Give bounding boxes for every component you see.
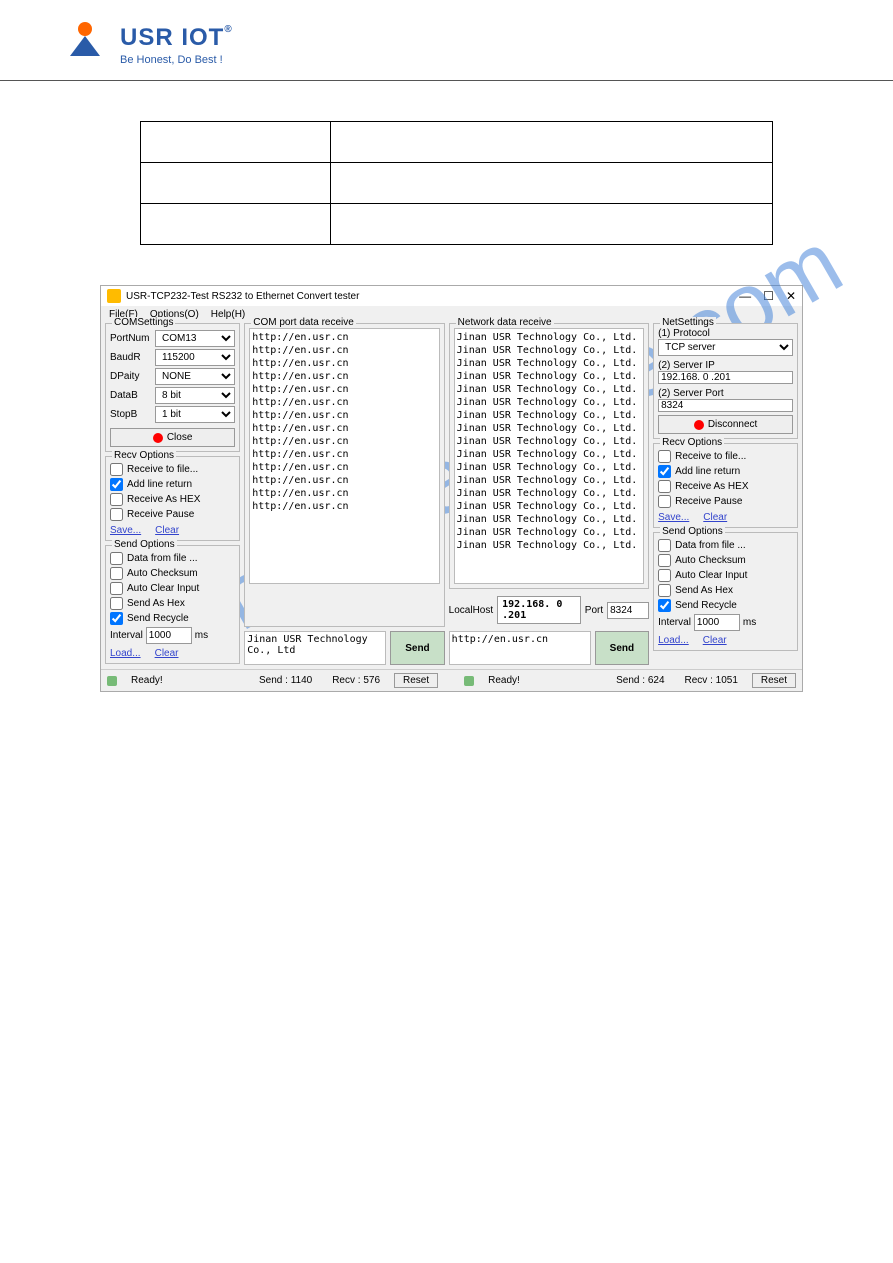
doc-table <box>140 121 773 245</box>
net-recv-save[interactable]: Save... <box>658 512 689 523</box>
datab-select[interactable]: 8 bit <box>155 387 235 404</box>
status-send-left: Send : 1140 <box>253 675 318 686</box>
com-settings-group: COMSettings PortNumCOM13 BaudR115200 DPa… <box>105 323 240 452</box>
page-header: USR IOT® Be Honest, Do Best ! <box>0 0 893 81</box>
recv-options-left: Recv Options Receive to file... Add line… <box>105 456 240 541</box>
com-send-input[interactable]: Jinan USR Technology Co., Ltd <box>244 631 386 665</box>
net-recv-pause[interactable]: Receive Pause <box>658 495 793 508</box>
com-data-group: COM port data receive http://en.usr.cn h… <box>244 323 444 627</box>
net-send-recycle[interactable]: Send Recycle <box>658 599 793 612</box>
protocol-select[interactable]: TCP server <box>658 339 793 356</box>
recv-as-hex[interactable]: Receive As HEX <box>110 493 235 506</box>
app-icon <box>107 289 121 303</box>
stopb-select[interactable]: 1 bit <box>155 406 235 423</box>
portnum-select[interactable]: COM13 <box>155 330 235 347</box>
net-data-group: Network data receive Jinan USR Technolog… <box>449 323 649 589</box>
status-ready-left: Ready! <box>125 675 169 686</box>
auto-clear-input[interactable]: Auto Clear Input <box>110 582 235 595</box>
net-auto-clear[interactable]: Auto Clear Input <box>658 569 793 582</box>
net-send-load[interactable]: Load... <box>658 635 689 646</box>
localhost-value: 192.168. 0 .201 <box>497 596 581 624</box>
recv-pause[interactable]: Receive Pause <box>110 508 235 521</box>
status-recv-left: Recv : 576 <box>326 675 386 686</box>
net-send-clear[interactable]: Clear <box>703 635 727 646</box>
status-send-right: Send : 624 <box>610 675 670 686</box>
brand-sub: Be Honest, Do Best ! <box>120 54 233 66</box>
net-send-as-hex[interactable]: Send As Hex <box>658 584 793 597</box>
net-send-button[interactable]: Send <box>595 631 649 665</box>
recv-options-right: Recv Options Receive to file... Add line… <box>653 443 798 528</box>
maximize-button[interactable]: ☐ <box>763 289 774 303</box>
send-load-link[interactable]: Load... <box>110 648 141 659</box>
recv-to-file[interactable]: Receive to file... <box>110 463 235 476</box>
status-recv-right: Recv : 1051 <box>679 675 744 686</box>
send-options-right: Send Options Data from file ... Auto Che… <box>653 532 798 651</box>
ready-icon <box>107 676 117 686</box>
net-interval-input[interactable] <box>694 614 740 631</box>
recv-save-link[interactable]: Save... <box>110 525 141 536</box>
record-icon <box>694 420 704 430</box>
status-ready-right: Ready! <box>482 675 526 686</box>
send-clear-link[interactable]: Clear <box>155 648 179 659</box>
net-data-area[interactable]: Jinan USR Technology Co., Ltd. Jinan USR… <box>454 328 644 584</box>
net-settings-group: NetSettings (1) Protocol TCP server (2) … <box>653 323 798 439</box>
net-recv-to-file[interactable]: Receive to file... <box>658 450 793 463</box>
titlebar: USR-TCP232-Test RS232 to Ethernet Conver… <box>101 286 802 306</box>
add-line-return[interactable]: Add line return <box>110 478 235 491</box>
server-port-input[interactable] <box>658 399 793 412</box>
net-recv-as-hex[interactable]: Receive As HEX <box>658 480 793 493</box>
net-add-line-return[interactable]: Add line return <box>658 465 793 478</box>
send-options-left: Send Options Data from file ... Auto Che… <box>105 545 240 664</box>
status-bar: Ready! Send : 1140 Recv : 576 Reset Read… <box>101 669 802 691</box>
close-com-button[interactable]: Close <box>110 428 235 447</box>
disconnect-button[interactable]: Disconnect <box>658 415 793 434</box>
ready-icon <box>464 676 474 686</box>
com-data-area[interactable]: http://en.usr.cn http://en.usr.cn http:/… <box>249 328 439 584</box>
data-from-file[interactable]: Data from file ... <box>110 552 235 565</box>
com-send-button[interactable]: Send <box>390 631 444 665</box>
auto-checksum[interactable]: Auto Checksum <box>110 567 235 580</box>
server-ip-input[interactable] <box>658 371 793 384</box>
window-title: USR-TCP232-Test RS232 to Ethernet Conver… <box>126 291 359 302</box>
net-auto-checksum[interactable]: Auto Checksum <box>658 554 793 567</box>
recv-clear-link[interactable]: Clear <box>155 525 179 536</box>
localhost-port[interactable] <box>607 602 649 619</box>
logo-icon <box>60 20 110 70</box>
minimize-button[interactable]: — <box>739 289 751 303</box>
reset-left-button[interactable]: Reset <box>394 673 438 688</box>
interval-input[interactable] <box>146 627 192 644</box>
brand-name: USR IOT® <box>120 24 233 52</box>
menu-help[interactable]: Help(H) <box>211 309 245 320</box>
send-as-hex[interactable]: Send As Hex <box>110 597 235 610</box>
baud-select[interactable]: 115200 <box>155 349 235 366</box>
app-window: USR-TCP232-Test RS232 to Ethernet Conver… <box>100 285 803 692</box>
parity-select[interactable]: NONE <box>155 368 235 385</box>
record-icon <box>153 433 163 443</box>
net-recv-clear[interactable]: Clear <box>703 512 727 523</box>
send-recycle[interactable]: Send Recycle <box>110 612 235 625</box>
reset-right-button[interactable]: Reset <box>752 673 796 688</box>
net-data-from-file[interactable]: Data from file ... <box>658 539 793 552</box>
net-send-input[interactable]: http://en.usr.cn <box>449 631 591 665</box>
close-button[interactable]: ✕ <box>786 289 796 303</box>
